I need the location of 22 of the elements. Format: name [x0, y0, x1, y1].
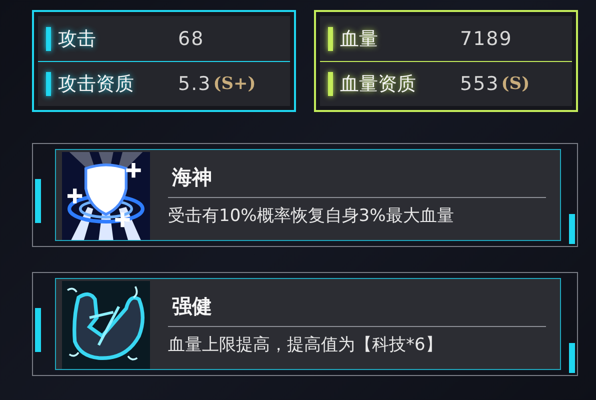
skill-description: 血量上限提高，提高值为【科技*6】 [168, 334, 444, 356]
accent-bar [35, 308, 41, 352]
stat-value: 7189 [460, 28, 512, 50]
stat-label: 攻击资质 [58, 72, 135, 97]
skill-name: 强健 [168, 289, 546, 327]
stat-value: 5.3 [178, 73, 212, 95]
accent-bar [46, 72, 51, 96]
accent-bar [569, 343, 575, 373]
grade-text: (S+) [213, 74, 256, 94]
accent-bar [328, 27, 333, 51]
accent-bar [35, 179, 41, 223]
skill-description: 受击有10%概率恢复自身3%最大血量 [168, 205, 455, 227]
stat-value: 68 [178, 28, 204, 50]
stat-label: 攻击 [58, 27, 97, 52]
grade-text: (S) [501, 74, 530, 94]
accent-bar [569, 214, 575, 244]
accent-bar [328, 72, 333, 96]
stat-label: 血量资质 [340, 72, 417, 97]
accent-bar [46, 27, 51, 51]
stat-value: 553 [460, 73, 500, 95]
stat-label: 血量 [340, 27, 379, 52]
skill-name: 海神 [168, 160, 546, 198]
